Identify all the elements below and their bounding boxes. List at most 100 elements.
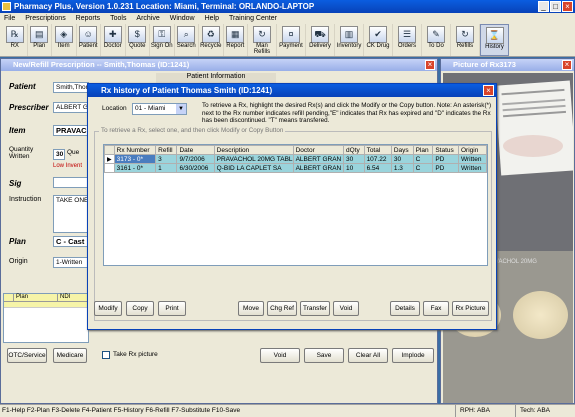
col-days[interactable]: Days (390, 145, 414, 155)
toolbar-report-button[interactable]: ▦ Report (224, 24, 248, 56)
toolbar-orders-button[interactable]: ☰ Orders (393, 24, 422, 56)
take-rx-picture-checkbox[interactable] (102, 351, 110, 359)
print-button[interactable]: Print (158, 301, 186, 316)
cell-description[interactable]: PRAVACHOL 20MG TABL (213, 154, 294, 164)
medicare-button[interactable]: Medicare (53, 348, 87, 363)
col-total[interactable]: Total (363, 145, 392, 155)
copy-button[interactable]: Copy (126, 301, 154, 316)
toolbar-plan-button[interactable]: ▤ Plan (28, 24, 52, 56)
picture-close-button[interactable]: × (562, 60, 572, 70)
toolbar-ck-drug-button[interactable]: ✔ CK Drug (364, 24, 393, 56)
fax-button[interactable]: Fax (423, 301, 449, 316)
void-button[interactable]: Void (260, 348, 300, 363)
cell-refill[interactable]: 1 (155, 163, 178, 173)
cell-dqty[interactable]: 10 (343, 163, 365, 173)
cell-days[interactable]: 30 (390, 154, 414, 164)
cell-doctor[interactable]: ALBERT GRAN (292, 154, 345, 164)
toolbar-search-button[interactable]: ⌕ Search (175, 24, 199, 56)
plan-grid-header: Plan NDI (4, 294, 88, 302)
cell-refill[interactable]: 3 (155, 154, 178, 164)
cell-total[interactable]: 107.22 (363, 154, 392, 164)
minimize-button[interactable]: _ (538, 1, 549, 12)
table-row[interactable]: ▶ 3173 - 0* 3 9/7/2006 PRAVACHOL 20MG TA… (104, 154, 487, 164)
toolbar-history-button[interactable]: ⌛ History (480, 24, 509, 56)
cell-status[interactable]: PD (432, 154, 459, 164)
cell-rx-number[interactable]: 3161 - 0* (113, 163, 157, 173)
toolbar-item-button[interactable]: ◈ Item (52, 24, 77, 56)
modify-button[interactable]: Modify (94, 301, 122, 316)
instruction-field[interactable]: TAKE ONE (53, 195, 89, 233)
dialog-close-button[interactable]: × (483, 85, 494, 96)
cell-date[interactable]: 6/30/2006 (176, 163, 215, 173)
menu-archive[interactable]: Archive (132, 15, 163, 22)
col-status[interactable]: Status (432, 145, 459, 155)
otc-service-button[interactable]: OTC/Service (7, 348, 47, 363)
col-dqty[interactable]: dQty (343, 145, 365, 155)
toolbar-inventory-button[interactable]: ▥ Inventory (335, 24, 364, 56)
col-rx-number[interactable]: Rx Number (113, 145, 157, 155)
details-button[interactable]: Details (390, 301, 420, 316)
item-field[interactable]: PRAVACH (53, 125, 89, 136)
cell-plan[interactable]: C (412, 163, 434, 173)
cell-dqty[interactable]: 30 (343, 154, 365, 164)
chevron-down-icon[interactable]: ▼ (176, 104, 186, 114)
close-button[interactable]: × (562, 1, 573, 12)
col-origin[interactable]: Origin (458, 145, 487, 155)
menu-reports[interactable]: Reports (72, 15, 105, 22)
toolbar-patient-button[interactable]: ☺ Patient (77, 24, 101, 56)
col-refill[interactable]: Refill (155, 145, 178, 155)
toolbar-refills-button[interactable]: ↻ Refills (451, 24, 480, 56)
toolbar-payment-button[interactable]: ¤ Payment (277, 24, 306, 56)
toolbar-sign-on-button[interactable]: ⚿ Sign On (150, 24, 175, 56)
transfer-button[interactable]: Transfer (300, 301, 330, 316)
toolbar-recycle-button[interactable]: ♻ Recycle (199, 24, 224, 56)
cell-days[interactable]: 1.3 (390, 163, 414, 173)
menu-tools[interactable]: Tools (106, 15, 130, 22)
save-button[interactable]: Save (304, 348, 344, 363)
toolbar-man-refills-button[interactable]: ↻ Man Refills (248, 24, 277, 56)
menu-help[interactable]: Help (201, 15, 223, 22)
chg-ref-button[interactable]: Chg Ref (267, 301, 297, 316)
menu-training-center[interactable]: Training Center (225, 15, 281, 22)
cell-plan[interactable]: C (412, 154, 434, 164)
toolbar-rx-button[interactable]: ℞ RX (3, 24, 28, 56)
toolbar-label: Delivery (309, 43, 331, 49)
toolbar-quote-button[interactable]: $ Quote (126, 24, 150, 56)
plan-grid-row[interactable] (4, 302, 88, 308)
plan-field[interactable]: C - Cast (53, 236, 89, 247)
toolbar-doctor-button[interactable]: ✚ Doctor (101, 24, 126, 56)
location-label: Location (102, 105, 127, 112)
cell-doctor[interactable]: ALBERT GRAN (292, 163, 345, 173)
patient-field[interactable]: Smith,Thom (53, 82, 89, 93)
col-doctor[interactable]: Doctor (292, 145, 345, 155)
implode-button[interactable]: Implode (392, 348, 434, 363)
cell-rx-number[interactable]: 3173 - 0* (113, 154, 157, 164)
menu-file[interactable]: File (0, 15, 19, 22)
move-button[interactable]: Move (238, 301, 264, 316)
menu-prescriptions[interactable]: Prescriptions (21, 15, 69, 22)
origin-field[interactable]: 1-Written (53, 257, 89, 268)
toolbar-to-do-button[interactable]: ✎ To Do (422, 24, 451, 56)
quantity-field[interactable]: 30 (53, 149, 65, 160)
table-row[interactable]: 3161 - 0* 1 6/30/2006 Q-BID LA CAPLET SA… (104, 163, 487, 173)
cell-description[interactable]: Q-BID LA CAPLET SA (213, 163, 294, 173)
cell-origin[interactable]: Written (458, 154, 487, 164)
clear-all-button[interactable]: Clear All (348, 348, 388, 363)
maximize-button[interactable]: □ (550, 1, 561, 12)
menu-window[interactable]: Window (166, 15, 199, 22)
cell-date[interactable]: 9/7/2006 (176, 154, 215, 164)
col-date[interactable]: Date (176, 145, 215, 155)
location-select[interactable]: 01 - Miami ▼ (132, 103, 187, 115)
toolbar-delivery-button[interactable]: ⛟ Delivery (306, 24, 335, 56)
cell-origin[interactable]: Written (458, 163, 487, 173)
dialog-void-button[interactable]: Void (333, 301, 359, 316)
cell-status[interactable]: PD (432, 163, 459, 173)
rx-picture-button[interactable]: Rx Picture (452, 301, 489, 316)
col-plan[interactable]: Plan (412, 145, 434, 155)
cell-total[interactable]: 6.54 (363, 163, 392, 173)
sig-field[interactable] (53, 177, 89, 188)
toolbar-label: Refills (456, 43, 474, 49)
prescriber-field[interactable]: ALBERT G (53, 102, 89, 113)
col-description[interactable]: Description (213, 145, 294, 155)
window-close-button[interactable]: × (425, 60, 435, 70)
